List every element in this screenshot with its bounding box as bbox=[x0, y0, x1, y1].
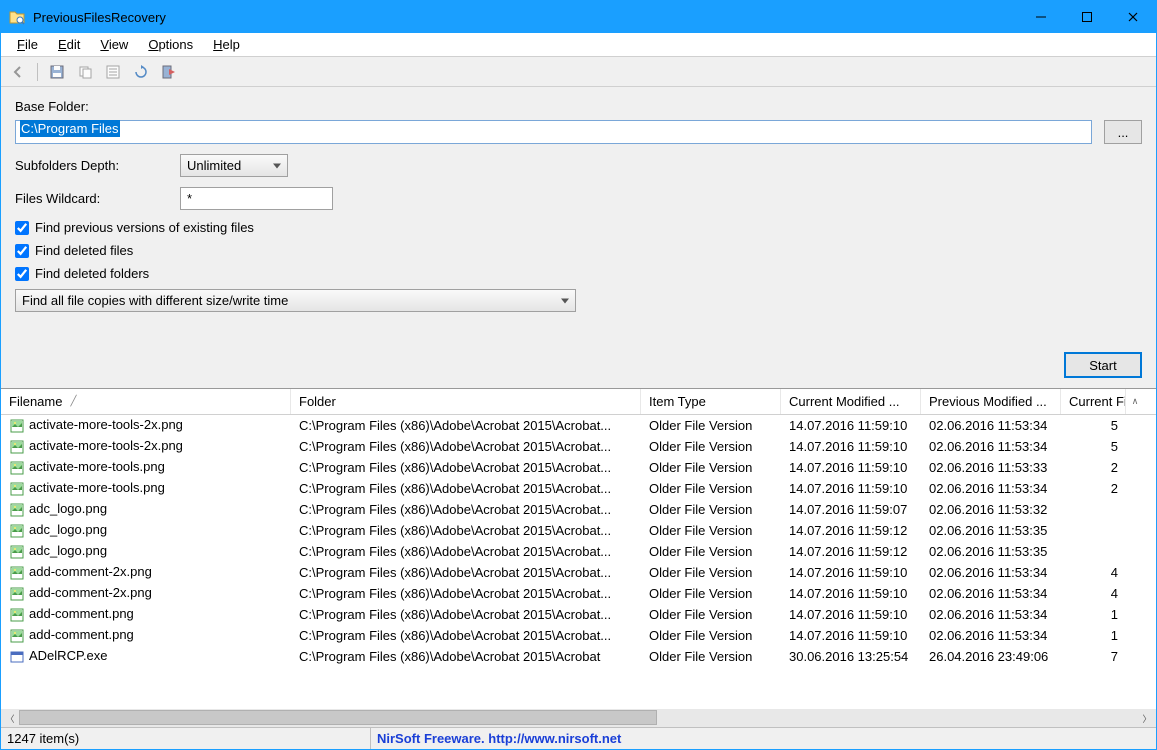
table-row[interactable]: add-comment.pngC:\Program Files (x86)\Ad… bbox=[1, 604, 1156, 625]
copy-icon[interactable] bbox=[74, 61, 96, 83]
start-button[interactable]: Start bbox=[1064, 352, 1142, 378]
menu-edit[interactable]: Edit bbox=[48, 35, 90, 54]
menu-file[interactable]: File bbox=[7, 35, 48, 54]
find-previous-versions-label: Find previous versions of existing files bbox=[35, 220, 254, 235]
find-previous-versions-checkbox[interactable] bbox=[15, 221, 29, 235]
options-panel: Base Folder: C:\Program Files ... Subfol… bbox=[1, 87, 1156, 388]
save-icon[interactable] bbox=[46, 61, 68, 83]
refresh-icon[interactable] bbox=[130, 61, 152, 83]
files-wildcard-input[interactable] bbox=[180, 187, 333, 210]
column-item-type[interactable]: Item Type bbox=[641, 389, 781, 414]
properties-icon[interactable] bbox=[102, 61, 124, 83]
window-title: PreviousFilesRecovery bbox=[33, 10, 1018, 25]
file-icon bbox=[9, 586, 25, 602]
file-icon bbox=[9, 523, 25, 539]
table-row[interactable]: add-comment-2x.pngC:\Program Files (x86)… bbox=[1, 562, 1156, 583]
base-folder-label: Base Folder: bbox=[15, 99, 180, 114]
column-headers: Filename╱ Folder Item Type Current Modif… bbox=[1, 389, 1156, 415]
file-icon bbox=[9, 418, 25, 434]
table-row[interactable]: adc_logo.pngC:\Program Files (x86)\Adobe… bbox=[1, 499, 1156, 520]
subfolders-depth-label: Subfolders Depth: bbox=[15, 158, 180, 173]
file-icon bbox=[9, 649, 25, 665]
file-icon bbox=[9, 628, 25, 644]
app-icon bbox=[9, 9, 25, 25]
menu-help[interactable]: Help bbox=[203, 35, 250, 54]
browse-button[interactable]: ... bbox=[1104, 120, 1142, 144]
table-row[interactable]: add-comment.pngC:\Program Files (x86)\Ad… bbox=[1, 625, 1156, 646]
column-previous-modified[interactable]: Previous Modified ... bbox=[921, 389, 1061, 414]
scrollbar-thumb[interactable] bbox=[19, 710, 657, 725]
status-item-count: 1247 item(s) bbox=[1, 728, 371, 749]
filter-mode-dropdown[interactable]: Find all file copies with different size… bbox=[15, 289, 576, 312]
file-icon bbox=[9, 439, 25, 455]
file-icon bbox=[9, 481, 25, 497]
table-row[interactable]: adc_logo.pngC:\Program Files (x86)\Adobe… bbox=[1, 541, 1156, 562]
subfolders-depth-dropdown[interactable]: Unlimited bbox=[180, 154, 288, 177]
column-filename[interactable]: Filename╱ bbox=[1, 389, 291, 414]
table-row[interactable]: adc_logo.pngC:\Program Files (x86)\Adobe… bbox=[1, 520, 1156, 541]
maximize-button[interactable] bbox=[1064, 1, 1110, 33]
file-icon bbox=[9, 544, 25, 560]
titlebar: PreviousFilesRecovery bbox=[1, 1, 1156, 33]
table-row[interactable]: activate-more-tools.pngC:\Program Files … bbox=[1, 478, 1156, 499]
toolbar-separator bbox=[37, 63, 38, 81]
find-deleted-files-checkbox[interactable] bbox=[15, 244, 29, 258]
column-current-modified[interactable]: Current Modified ... bbox=[781, 389, 921, 414]
menu-options[interactable]: Options bbox=[138, 35, 203, 54]
file-icon bbox=[9, 502, 25, 518]
status-credits: NirSoft Freeware. http://www.nirsoft.net bbox=[371, 731, 627, 746]
table-row[interactable]: add-comment-2x.pngC:\Program Files (x86)… bbox=[1, 583, 1156, 604]
statusbar: 1247 item(s) NirSoft Freeware. http://ww… bbox=[1, 727, 1156, 749]
table-row[interactable]: ADelRCP.exeC:\Program Files (x86)\Adobe\… bbox=[1, 646, 1156, 667]
toolbar bbox=[1, 57, 1156, 87]
menubar: File Edit View Options Help bbox=[1, 33, 1156, 57]
column-folder[interactable]: Folder bbox=[291, 389, 641, 414]
find-deleted-folders-label: Find deleted folders bbox=[35, 266, 149, 281]
file-icon bbox=[9, 460, 25, 476]
scroll-left-icon[interactable]: 〈 bbox=[1, 709, 19, 727]
find-deleted-folders-checkbox[interactable] bbox=[15, 267, 29, 281]
scroll-right-icon[interactable]: 〉 bbox=[1138, 709, 1156, 727]
exit-icon[interactable] bbox=[158, 61, 180, 83]
close-button[interactable] bbox=[1110, 1, 1156, 33]
base-folder-input[interactable]: C:\Program Files bbox=[15, 120, 1092, 144]
table-row[interactable]: activate-more-tools-2x.pngC:\Program Fil… bbox=[1, 436, 1156, 457]
minimize-button[interactable] bbox=[1018, 1, 1064, 33]
file-icon bbox=[9, 607, 25, 623]
files-wildcard-label: Files Wildcard: bbox=[15, 191, 180, 206]
scrollbar-track[interactable] bbox=[19, 709, 1138, 727]
sort-indicator-icon: ╱ bbox=[70, 396, 76, 407]
results-table: Filename╱ Folder Item Type Current Modif… bbox=[1, 388, 1156, 727]
rows-container: activate-more-tools-2x.pngC:\Program Fil… bbox=[1, 415, 1156, 709]
file-icon bbox=[9, 565, 25, 581]
table-row[interactable]: activate-more-tools-2x.pngC:\Program Fil… bbox=[1, 415, 1156, 436]
tool-back-icon[interactable] bbox=[7, 61, 29, 83]
table-row[interactable]: activate-more-tools.pngC:\Program Files … bbox=[1, 457, 1156, 478]
scroll-up-icon[interactable]: ∧ bbox=[1126, 396, 1144, 407]
horizontal-scrollbar[interactable]: 〈 〉 bbox=[1, 709, 1156, 727]
menu-view[interactable]: View bbox=[90, 35, 138, 54]
find-deleted-files-label: Find deleted files bbox=[35, 243, 133, 258]
column-current-file[interactable]: Current Fil bbox=[1061, 389, 1126, 414]
